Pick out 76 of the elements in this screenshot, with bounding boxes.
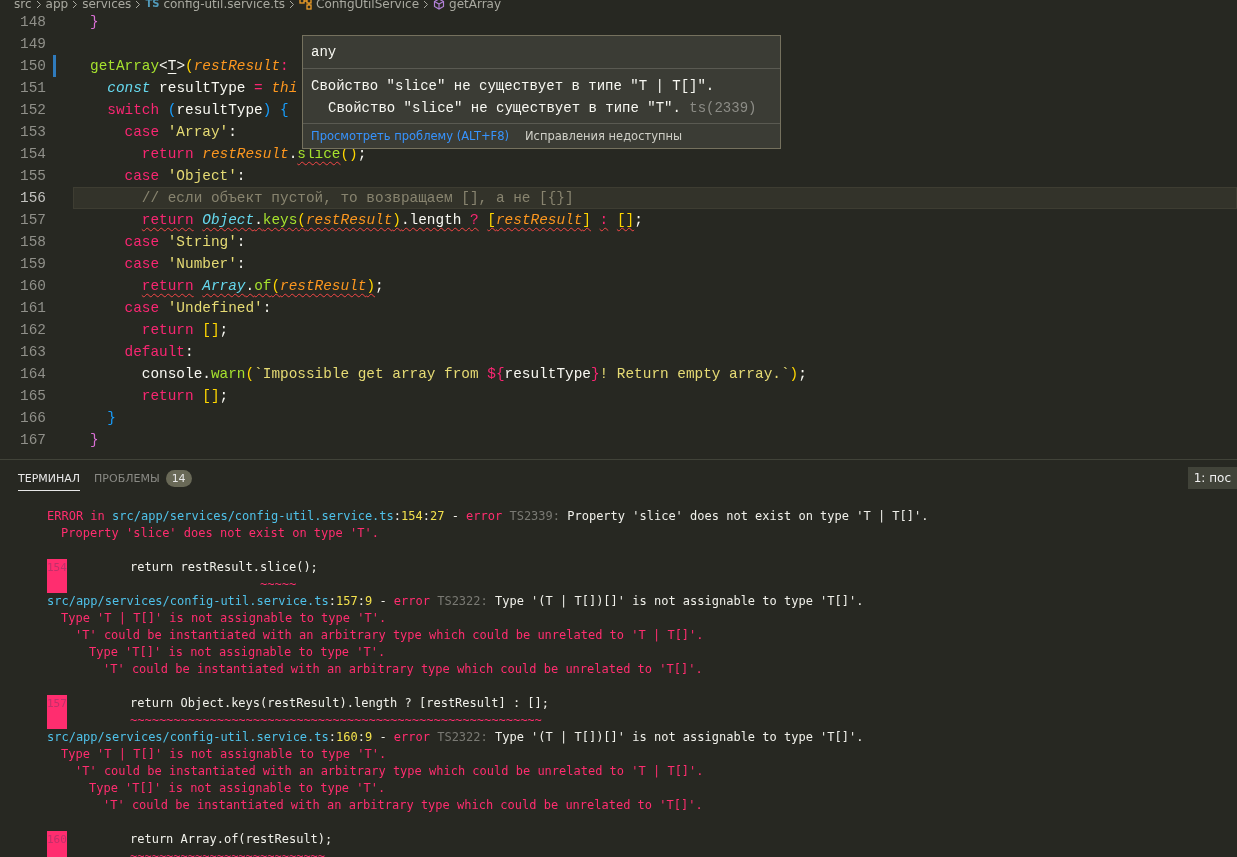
count-badge: 14	[165, 469, 192, 487]
hover-message: Свойство "slice" не существует в типе "T". ts(2339)	[328, 99, 758, 118]
cube-icon	[433, 0, 446, 10]
source-line: return Object.keys(restResult).length ? [restResult] : [];	[130, 695, 550, 712]
breadcrumb-item[interactable]: getArray	[449, 0, 502, 11]
line-number: 166	[19, 409, 46, 428]
code-line: case 'Array':	[123, 123, 237, 142]
code-line: return Object.keys(restResult).length ? [restResult] : [];	[140, 211, 643, 230]
code-line: }	[90, 431, 99, 450]
line-number: 155	[19, 167, 46, 186]
error-detail: Type 'T | T[]' is not assignable to type 'T'.	[61, 610, 388, 627]
breadcrumb-item[interactable]: src	[14, 0, 32, 11]
line-number: 163	[19, 343, 46, 362]
error-header: ERROR in src/app/services/config-util.service.ts:154:27 - error TS2339: Property 'slice' does not exist on type 'T | T[]'.	[47, 508, 930, 525]
line-number: 152	[19, 101, 46, 120]
error-detail: 'T' could be instantiated with an arbitrary type which could be unrelated to 'T[]'.	[103, 797, 704, 814]
line-number: 158	[19, 233, 46, 252]
line-number: 154	[19, 145, 46, 164]
code-line: }	[90, 13, 99, 32]
line-number: 164	[19, 365, 46, 384]
error-underline: ~~~~~	[260, 576, 297, 593]
typescript-file-icon: TS	[145, 0, 160, 11]
code-line: return Array.of(restResult);	[140, 277, 384, 296]
code-line: default:	[123, 343, 194, 362]
error-detail: Type 'T[]' is not assignable to type 'T'.	[89, 780, 387, 797]
error-detail: Property 'slice' does not exist on type 'T'.	[61, 525, 380, 542]
code-line: return [];	[140, 387, 229, 406]
code-line: switch (resultType) {	[106, 101, 289, 120]
hover-type: any	[303, 36, 780, 69]
line-number: 159	[19, 255, 46, 274]
class-icon	[299, 0, 312, 10]
code-line: getArray<T>(restResult:	[90, 57, 289, 76]
line-number: 150	[19, 57, 46, 76]
chevron-right-icon	[72, 0, 79, 9]
code-line: // если объект пустой, то возвращаем [], а не [{}]	[140, 189, 574, 208]
code-line: case 'Number':	[123, 255, 246, 274]
chevron-right-icon	[35, 0, 42, 9]
line-number: 151	[19, 79, 46, 98]
code-line: case 'String':	[123, 233, 246, 252]
error-underline: ~~~~~~~~~~~~~~~~~~~~~~~~~~~	[130, 848, 326, 857]
source-line: return Array.of(restResult);	[130, 831, 333, 848]
line-number: 167	[19, 431, 46, 450]
error-detail: Type 'T[]' is not assignable to type 'T'.	[89, 644, 387, 661]
hover-message: Свойство "slice" не существует в типе "T | T[]".	[311, 77, 716, 96]
error-detail: 'T' could be instantiated with an arbitrary type which could be unrelated to 'T | T[]'.	[75, 763, 705, 780]
code-line: case 'Undefined':	[123, 299, 272, 318]
no-fixes-note: Исправления недоступны	[525, 128, 683, 144]
error-header: src/app/services/config-util.service.ts:157:9 - error TS2322: Type '(T | T[])[]' is not assignable to type 'T[]'.	[47, 593, 865, 610]
code-line: }	[106, 409, 116, 428]
error-detail: 'T' could be instantiated with an arbitrary type which could be unrelated to 'T | T[]'.	[75, 627, 705, 644]
line-number: 148	[19, 13, 46, 32]
code-line: return [];	[140, 321, 229, 340]
line-number: 157	[19, 211, 46, 230]
line-number: 149	[19, 35, 46, 54]
error-underline: ~~~~~~~~~~~~~~~~~~~~~~~~~~~~~~~~~~~~~~~~~~~~~~~~~~~~~~~~~	[130, 712, 542, 729]
line-number: 160	[19, 277, 46, 296]
line-number: 153	[19, 123, 46, 142]
terminal-select[interactable]: 1: пос	[1187, 467, 1237, 489]
code-line: case 'Object':	[123, 167, 246, 186]
code-line: const resultType = thi	[106, 79, 298, 98]
error-detail: Type 'T | T[]' is not assignable to type 'T'.	[61, 746, 388, 763]
line-number: 156	[19, 189, 46, 208]
panel-tab[interactable]: ПРОБЛЕМЫ 14	[94, 463, 192, 493]
line-number: 165	[19, 387, 46, 406]
code-line: console.warn(`Impossible get array from ${resultType}! Return empty array.`);	[140, 365, 807, 384]
chevron-right-icon	[423, 0, 430, 9]
error-detail: 'T' could be instantiated with an arbitrary type which could be unrelated to 'T[]'.	[103, 661, 704, 678]
line-number: 162	[19, 321, 46, 340]
panel-tab[interactable]: ТЕРМИНАЛ	[18, 465, 81, 491]
breadcrumb-item[interactable]: app	[45, 0, 69, 11]
chevron-right-icon	[289, 0, 295, 9]
chevron-right-icon	[135, 0, 142, 9]
line-number: 161	[19, 299, 46, 318]
error-header: src/app/services/config-util.service.ts:160:9 - error TS2322: Type '(T | T[])[]' is not assignable to type 'T[]'.	[47, 729, 865, 746]
source-line: return restResult.slice();	[130, 559, 318, 576]
view-problem-link[interactable]: Просмотреть проблему (ALT+F8)	[311, 128, 509, 144]
